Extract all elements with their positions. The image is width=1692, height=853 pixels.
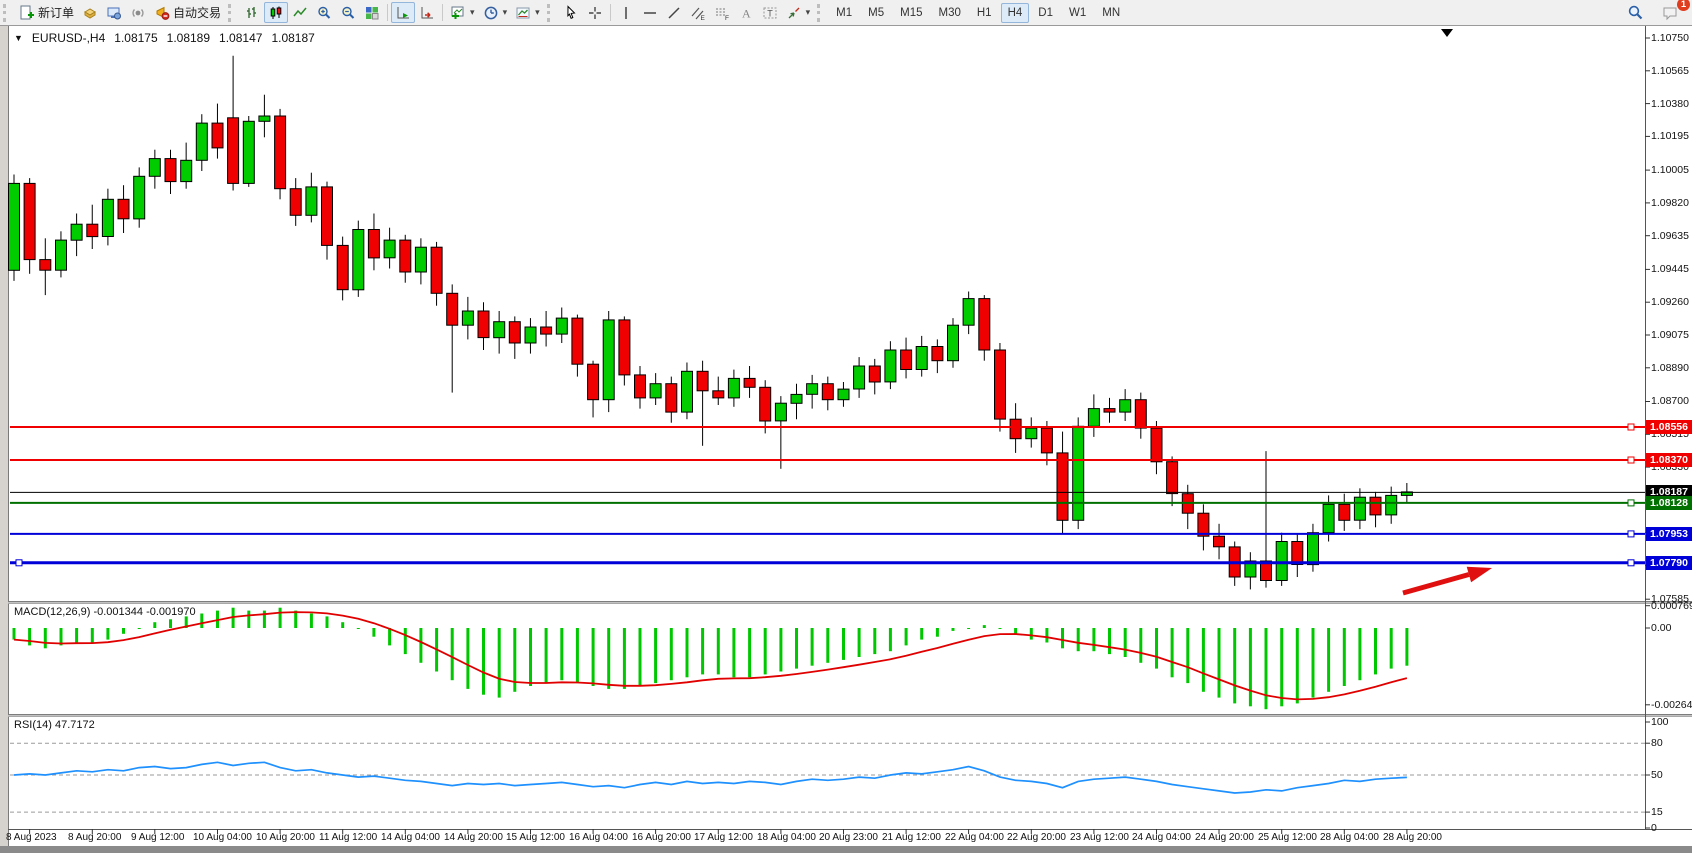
- line-handle[interactable]: [1628, 560, 1634, 566]
- price-axis-label: 1.09445: [1651, 263, 1691, 275]
- rsi-line: [14, 762, 1407, 793]
- time-axis-label: 16 Aug 04:00: [569, 832, 628, 843]
- macd-axis-label: -0.002648: [1651, 699, 1691, 711]
- time-axis-label: 24 Aug 04:00: [1132, 832, 1191, 843]
- time-axis-label: 14 Aug 20:00: [444, 832, 503, 843]
- line-handle[interactable]: [1628, 531, 1634, 537]
- time-axis-label: 8 Aug 20:00: [68, 832, 121, 843]
- rsi-axis-label: 50: [1651, 769, 1691, 781]
- time-axis-label: 28 Aug 20:00: [1383, 832, 1442, 843]
- line-handle[interactable]: [1628, 500, 1634, 506]
- time-axis-label: 11 Aug 12:00: [319, 832, 377, 843]
- time-axis-label: 9 Aug 12:00: [131, 832, 184, 843]
- time-axis-label: 23 Aug 12:00: [1070, 832, 1129, 843]
- time-axis-label: 24 Aug 20:00: [1195, 832, 1254, 843]
- rsi-axis-label: 0: [1651, 822, 1691, 834]
- arrow-annotation-head[interactable]: [1467, 567, 1492, 582]
- line-handle[interactable]: [1628, 424, 1634, 430]
- terminal-window: 新订单 自动交易: [0, 0, 1692, 853]
- line-handle[interactable]: [1628, 457, 1634, 463]
- macd-histogram-layer: [13, 608, 1409, 710]
- price-axis-label: 1.10750: [1651, 32, 1691, 44]
- macd-signal-line: [14, 612, 1407, 699]
- price-tag[interactable]: 1.07953: [1646, 527, 1692, 541]
- price-axis-label: 1.09075: [1651, 329, 1691, 341]
- time-axis-label: 28 Aug 04:00: [1320, 832, 1379, 843]
- price-axis-label: 1.09820: [1651, 197, 1691, 209]
- time-axis-label: 22 Aug 20:00: [1007, 832, 1066, 843]
- price-tag[interactable]: 1.08556: [1646, 420, 1692, 434]
- time-axis-label: 25 Aug 12:00: [1258, 832, 1317, 843]
- candles-layer: [9, 56, 1413, 590]
- arrow-annotation[interactable]: [1403, 575, 1469, 594]
- chart-shift-marker[interactable]: [1441, 29, 1453, 37]
- time-axis-label: 16 Aug 20:00: [632, 832, 691, 843]
- price-axis-label: 1.09635: [1651, 230, 1691, 242]
- price-tag[interactable]: 1.07790: [1646, 556, 1692, 570]
- time-axis-label: 18 Aug 04:00: [757, 832, 816, 843]
- price-axis-label: 1.10195: [1651, 130, 1691, 142]
- time-axis-label: 10 Aug 20:00: [256, 832, 315, 843]
- price-tag[interactable]: 1.08128: [1646, 496, 1692, 510]
- time-axis-label: 22 Aug 04:00: [945, 832, 1004, 843]
- price-axis-label: 1.08890: [1651, 362, 1691, 374]
- time-axis-label: 20 Aug 23:00: [819, 832, 878, 843]
- price-axis-label: 1.10005: [1651, 164, 1691, 176]
- price-axis-label: 1.10380: [1651, 98, 1691, 110]
- chart-drawing-layer: [0, 0, 1692, 853]
- time-axis-label: 17 Aug 12:00: [694, 832, 753, 843]
- rsi-axis-label: 80: [1651, 737, 1691, 749]
- price-axis-label: 1.08700: [1651, 395, 1691, 407]
- price-axis-label: 1.10565: [1651, 65, 1691, 77]
- macd-axis-label: 0.000769: [1651, 600, 1691, 612]
- macd-axis-label: 0.00: [1651, 622, 1691, 634]
- time-axis-label: 15 Aug 12:00: [506, 832, 565, 843]
- price-axis-label: 1.09260: [1651, 296, 1691, 308]
- time-axis-label: 10 Aug 04:00: [193, 832, 252, 843]
- time-axis-label: 14 Aug 04:00: [381, 832, 440, 843]
- rsi-axis-label: 15: [1651, 806, 1691, 818]
- line-handle[interactable]: [16, 560, 22, 566]
- time-axis-label: 21 Aug 12:00: [882, 832, 941, 843]
- price-tag[interactable]: 1.08370: [1646, 453, 1692, 467]
- rsi-axis-label: 100: [1651, 716, 1691, 728]
- time-axis-label: 8 Aug 2023: [6, 832, 57, 843]
